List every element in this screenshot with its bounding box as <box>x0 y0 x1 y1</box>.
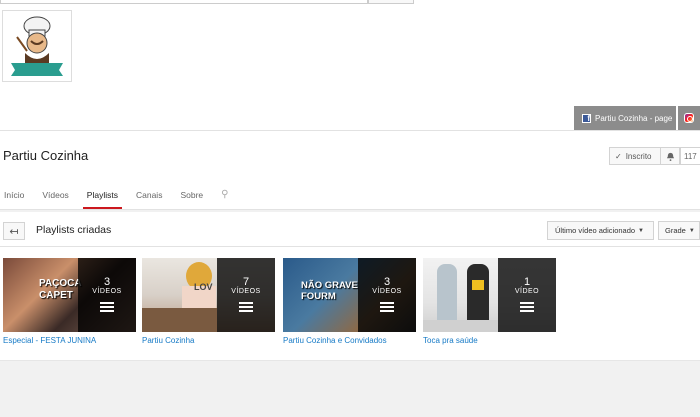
video-count-overlay: 7 VÍDEOS <box>217 258 275 332</box>
video-count-label: VÍDEOS <box>231 288 261 295</box>
arrow-left-icon: ↤ <box>9 225 19 238</box>
sort-label: Último vídeo adicionado <box>555 226 636 235</box>
instagram-icon <box>684 113 694 123</box>
caret-down-icon: ▼ <box>638 227 644 234</box>
tab-videos[interactable]: Vídeos <box>38 189 72 209</box>
subscribe-button[interactable]: ✓ Inscrito <box>609 147 661 165</box>
video-count: 1 <box>523 276 531 288</box>
subscribe-label: Inscrito <box>625 151 652 161</box>
thumbnail-text: LOV <box>194 282 213 292</box>
playlist-thumbnail[interactable]: 1 VÍDEO <box>423 258 556 332</box>
video-count: 7 <box>242 276 250 288</box>
caret-down-icon: ▼ <box>688 227 695 234</box>
channel-search-icon[interactable]: ⚲ <box>217 189 232 209</box>
video-count-label: VÍDEOS <box>92 288 122 295</box>
playlist-title[interactable]: Partiu Cozinha <box>142 336 275 345</box>
channel-title: Partiu Cozinha <box>3 148 89 163</box>
tab-playlists[interactable]: Playlists <box>82 189 122 209</box>
video-count: 3 <box>383 276 391 288</box>
playlist-title[interactable]: Toca pra saúde <box>423 336 556 345</box>
playlist-icon <box>380 302 394 312</box>
chef-logo <box>11 16 63 76</box>
playlist-thumbnail[interactable]: PAÇOCA CAPET 3 VÍDEOS <box>3 258 136 332</box>
thumbnail-figure <box>467 264 489 324</box>
video-count-overlay: 1 VÍDEO <box>498 258 556 332</box>
checkmark-icon: ✓ <box>615 151 622 161</box>
channel-avatar[interactable] <box>2 10 72 82</box>
bell-icon <box>666 152 674 161</box>
view-dropdown[interactable]: Grade ▼ <box>658 221 700 240</box>
channel-banner: f Partiu Cozinha - page <box>0 6 700 131</box>
channel-tabs: Início Vídeos Playlists Canais Sobre ⚲ <box>0 189 232 209</box>
facebook-link-label: Partiu Cozinha - page <box>595 113 673 123</box>
playlist-icon <box>520 302 534 312</box>
tab-canais[interactable]: Canais <box>132 189 166 209</box>
search-input[interactable] <box>0 0 368 4</box>
playlists-heading: Playlists criadas <box>36 224 112 236</box>
tab-sobre[interactable]: Sobre <box>176 189 207 209</box>
video-count-overlay: 3 VÍDEOS <box>358 258 416 332</box>
subscriber-count: 117 <box>680 147 700 165</box>
back-button[interactable]: ↤ <box>3 222 25 240</box>
playlist-title[interactable]: Partiu Cozinha e Convidados <box>283 336 416 345</box>
notification-bell-button[interactable] <box>660 147 680 165</box>
playlist-card[interactable]: 1 VÍDEO Toca pra saúde <box>423 258 556 345</box>
playlist-thumbnail[interactable]: NÃO GRAVE FOURM 3 VÍDEOS <box>283 258 416 332</box>
playlist-card[interactable]: PAÇOCA CAPET 3 VÍDEOS Especial - FESTA J… <box>3 258 136 345</box>
thumbnail-counter <box>423 320 498 332</box>
thumbnail-figure <box>472 280 484 290</box>
video-count-label: VÍDEO <box>514 288 540 295</box>
view-label: Grade <box>665 226 686 235</box>
playlist-icon <box>239 302 253 312</box>
thumbnail-figure <box>437 264 457 324</box>
sort-dropdown[interactable]: Último vídeo adicionado ▼ <box>547 221 654 240</box>
playlist-card[interactable]: LOV 7 VÍDEOS Partiu Cozinha <box>142 258 275 345</box>
video-count-label: VÍDEOS <box>372 288 402 295</box>
playlist-card[interactable]: NÃO GRAVE FOURM 3 VÍDEOS Partiu Cozinha … <box>283 258 416 345</box>
search-button[interactable] <box>368 0 414 4</box>
facebook-link[interactable]: f Partiu Cozinha - page <box>574 106 676 130</box>
channel-header: Partiu Cozinha ✓ Inscrito 117 Início Víd… <box>0 131 700 210</box>
playlist-thumbnail[interactable]: LOV 7 VÍDEOS <box>142 258 275 332</box>
thumbnail-counter <box>142 308 217 332</box>
playlist-icon <box>100 302 114 312</box>
instagram-link[interactable] <box>678 106 700 130</box>
page-footer-area <box>0 360 700 417</box>
tab-inicio[interactable]: Início <box>0 189 28 209</box>
playlists-subnav: ↤ Playlists criadas Último vídeo adicion… <box>0 212 700 247</box>
playlists-section: ↤ Playlists criadas Último vídeo adicion… <box>0 212 700 360</box>
video-count: 3 <box>103 276 111 288</box>
video-count-overlay: 3 VÍDEOS <box>78 258 136 332</box>
facebook-icon: f <box>582 113 591 123</box>
playlist-title[interactable]: Especial - FESTA JUNINA <box>3 336 136 345</box>
